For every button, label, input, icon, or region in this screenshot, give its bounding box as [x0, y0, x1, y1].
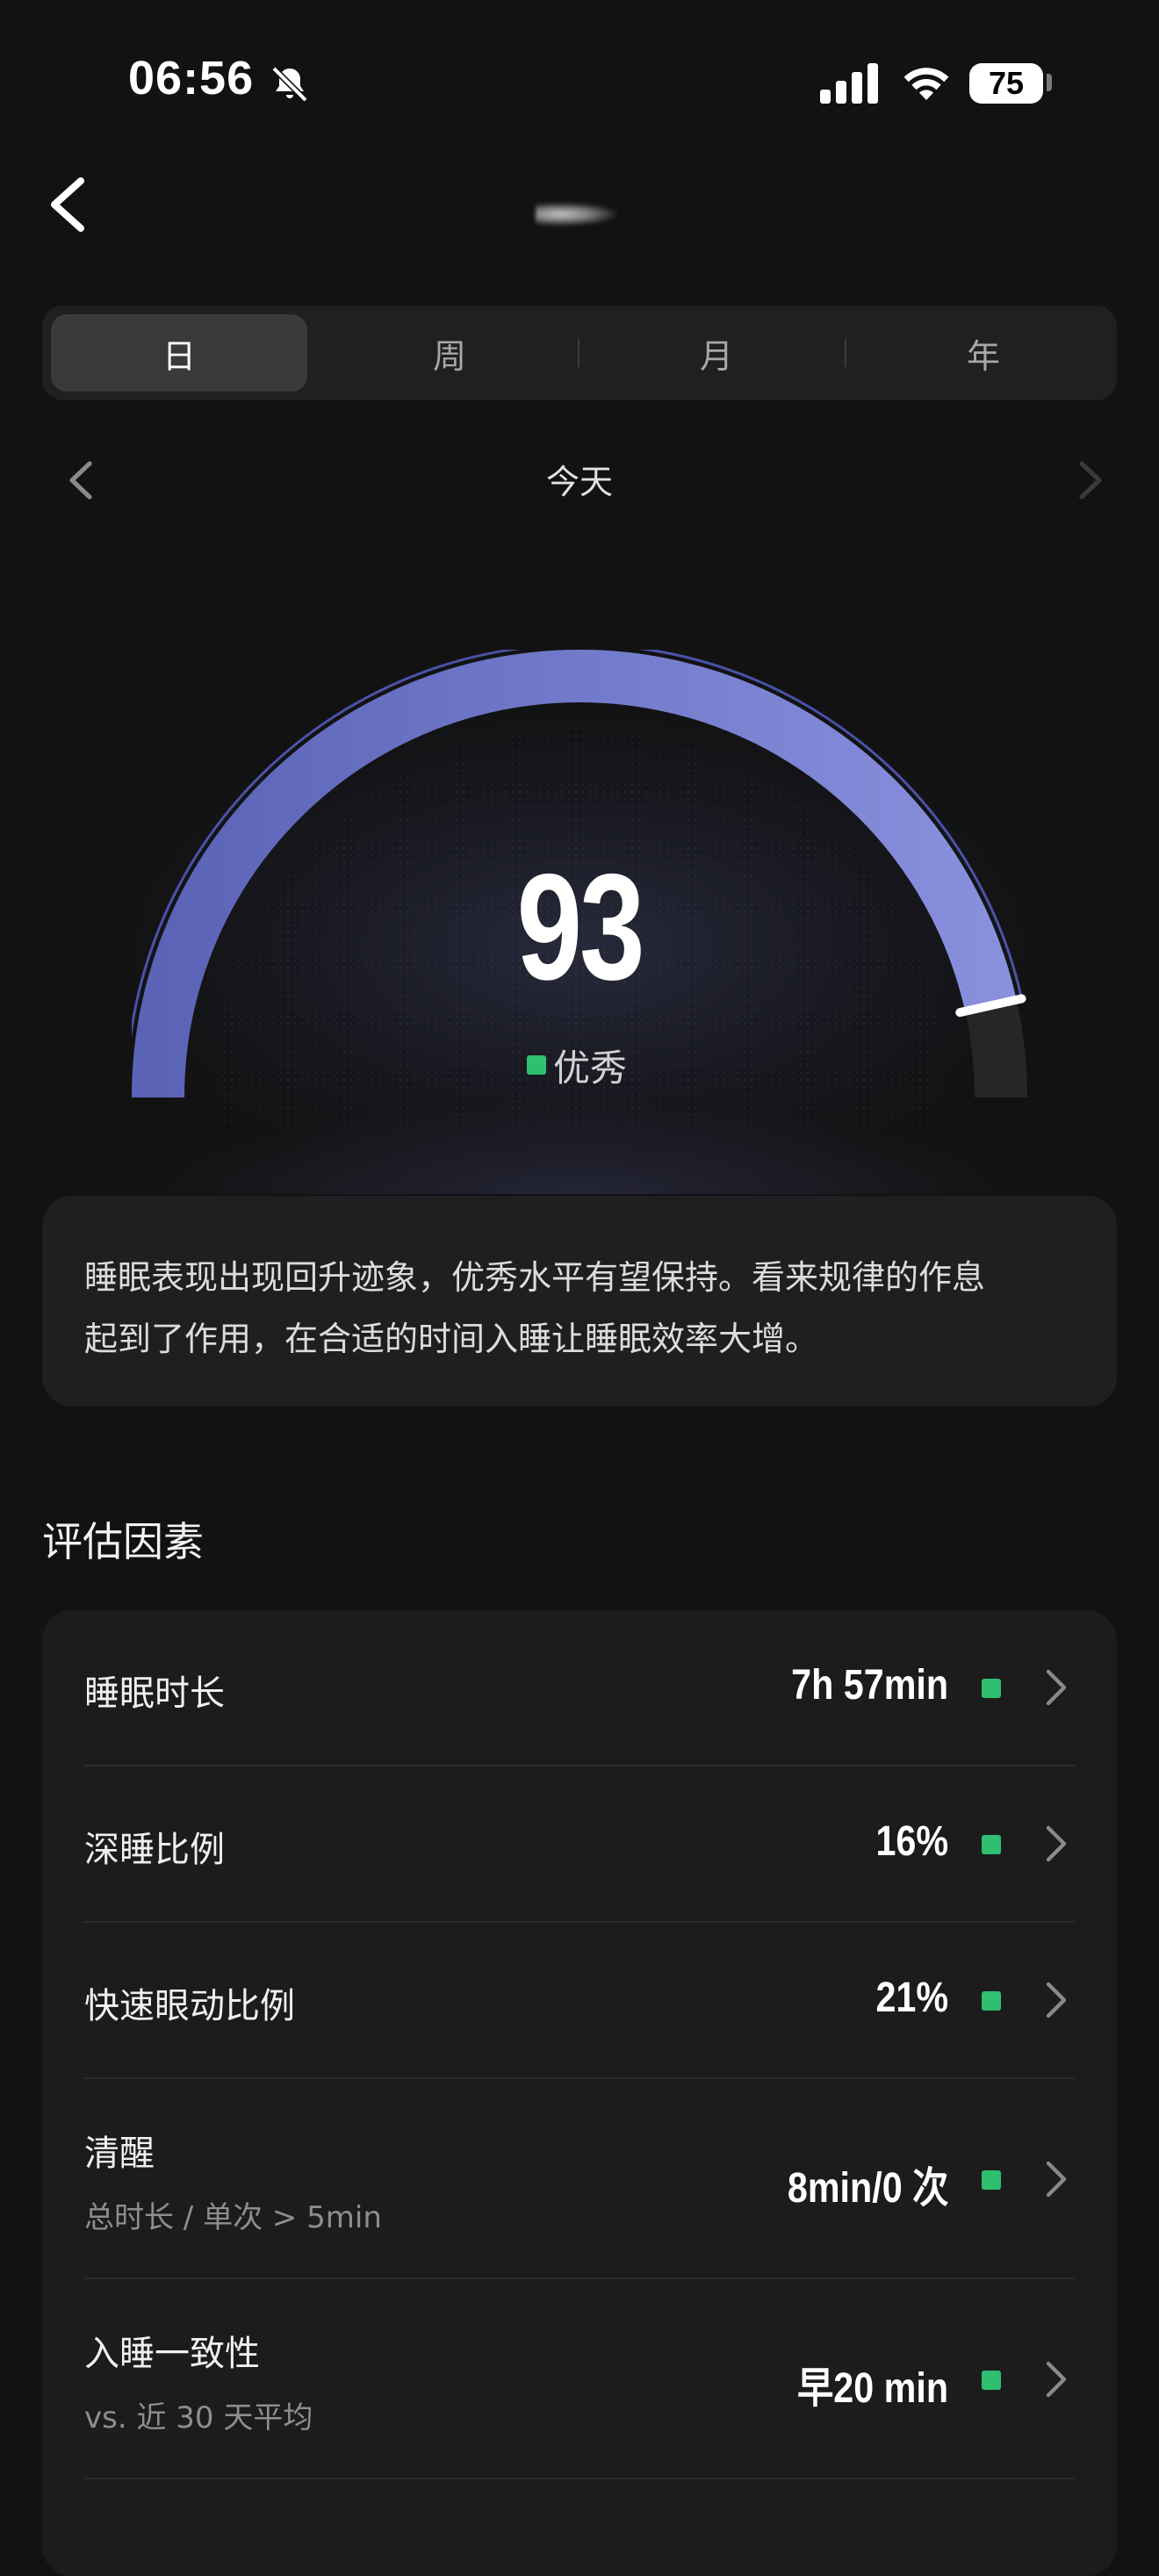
tab-divider	[845, 339, 846, 367]
chevron-right-icon	[1046, 1669, 1067, 1706]
signal-icon	[820, 63, 878, 104]
tab-year[interactable]: 年	[855, 314, 1112, 392]
wifi-icon	[903, 68, 949, 100]
factor-row-awake[interactable]: 清醒 总时长 / 单次 > 5min 8min/0 次	[84, 2079, 1075, 2279]
summary-line-1: 睡眠表现出现回升迹象，优秀水平有望保持。看来规律的作息	[84, 1258, 986, 1297]
tab-divider	[578, 339, 580, 367]
factor-label: 快速眼动比例	[84, 1986, 295, 2026]
summary-line-2: 起到了作用，在合适的时间入睡让睡眠效率大增。	[84, 1320, 819, 1358]
back-chevron-icon[interactable]	[46, 176, 90, 234]
factor-label: 清醒	[84, 2133, 155, 2174]
factor-value: 16%	[875, 1818, 948, 1865]
factor-value: 8min/0 次	[787, 2165, 948, 2212]
chevron-right-icon	[1046, 1825, 1067, 1862]
battery-indicator: 75	[969, 63, 1043, 104]
battery-tip	[1047, 74, 1052, 91]
factor-status-dot	[982, 1679, 1001, 1698]
factors-card: 睡眠时长 7h 57min 深睡比例 16% 快速眼动比例 21% 清醒 总时长…	[42, 1610, 1117, 2576]
factor-label: 睡眠时长	[84, 1673, 225, 1714]
nav-title-redacted	[536, 202, 620, 227]
factor-status-dot	[982, 2170, 1001, 2190]
factor-value: 21%	[875, 1975, 948, 2021]
factor-sublabel: vs. 近 30 天平均	[84, 2400, 313, 2436]
score-level: 优秀	[527, 1043, 627, 1090]
tab-day[interactable]: 日	[51, 314, 307, 392]
factor-row-duration[interactable]: 睡眠时长 7h 57min	[84, 1610, 1075, 1767]
factor-row-deep-sleep[interactable]: 深睡比例 16%	[84, 1767, 1075, 1923]
previous-day-icon[interactable]	[67, 458, 95, 502]
factor-status-dot	[982, 1835, 1001, 1854]
factor-value: 7h 57min	[791, 1662, 948, 1709]
chevron-right-icon	[1046, 2161, 1067, 2198]
factor-label: 入睡一致性	[84, 2334, 260, 2374]
chevron-right-icon	[1046, 1982, 1067, 2018]
factors-title: 评估因素	[42, 1518, 204, 1565]
factor-label: 深睡比例	[84, 1830, 225, 1870]
date-label: 今天	[545, 463, 613, 501]
factor-sublabel: 总时长 / 单次 > 5min	[84, 2200, 382, 2235]
summary-card: 睡眠表现出现回升迹象，优秀水平有望保持。看来规律的作息 起到了作用，在合适的时间…	[42, 1196, 1117, 1407]
tab-month[interactable]: 月	[588, 314, 845, 392]
level-status-dot	[527, 1055, 546, 1075]
tab-week[interactable]: 周	[321, 314, 578, 392]
period-tabs: 日 周 月 年	[42, 306, 1117, 400]
factor-status-dot	[982, 1991, 1001, 2011]
factor-value: 早20 min	[796, 2365, 948, 2412]
next-day-icon[interactable]	[1076, 458, 1105, 502]
sleep-score: 93	[516, 843, 644, 1011]
status-time: 06:56	[128, 52, 255, 104]
factor-status-dot	[982, 2371, 1001, 2390]
level-label: 优秀	[553, 1046, 628, 1090]
factor-row-consistency[interactable]: 入睡一致性 vs. 近 30 天平均 早20 min	[84, 2279, 1075, 2479]
bell-off-icon	[271, 66, 308, 103]
factor-row-rem[interactable]: 快速眼动比例 21%	[84, 1923, 1075, 2079]
chevron-right-icon	[1046, 2361, 1067, 2398]
